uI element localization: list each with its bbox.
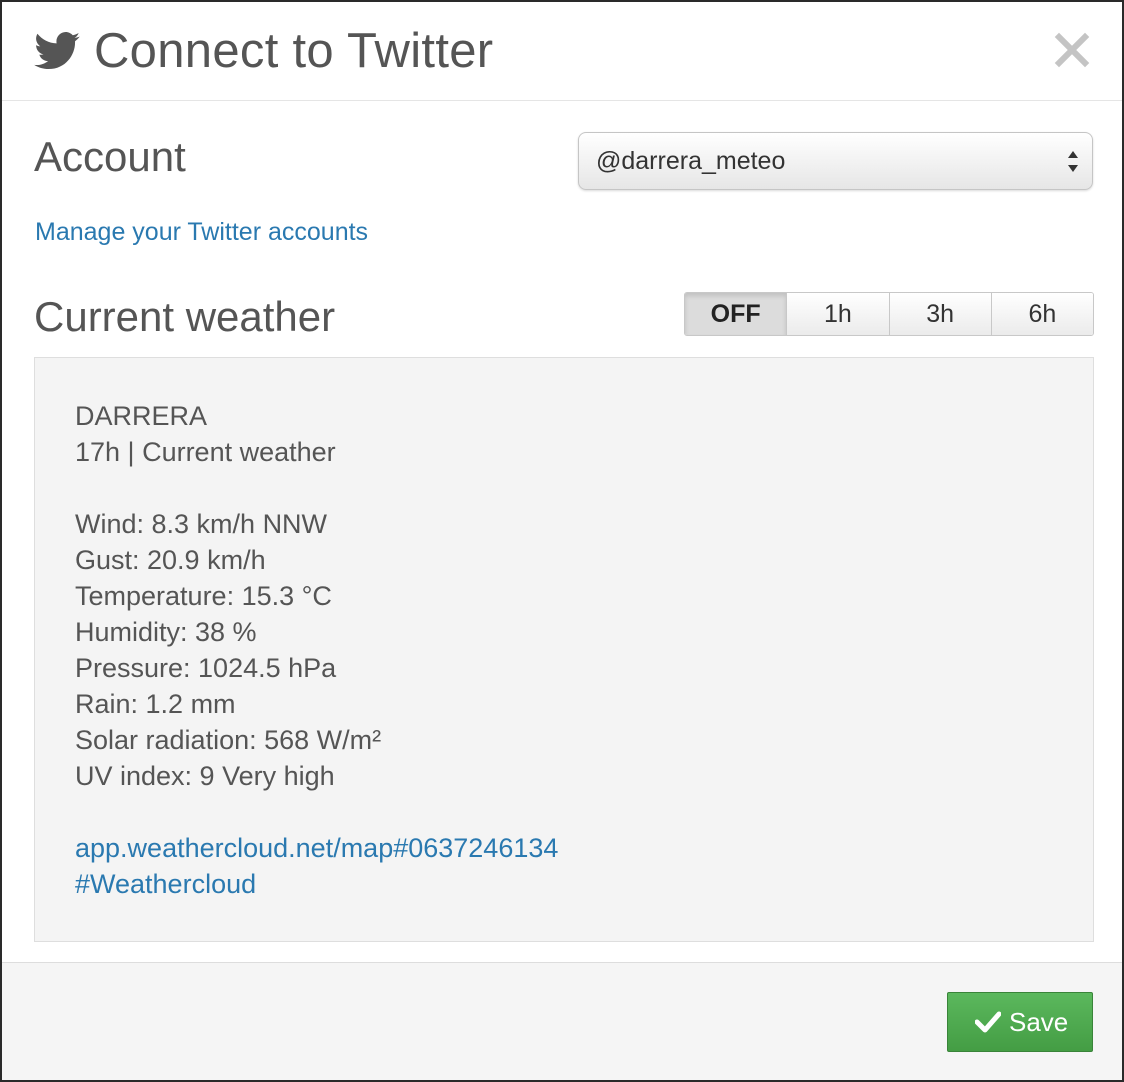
account-label: Account — [34, 133, 186, 180]
tweet-preview-text: DARRERA 17h | Current weather Wind: 8.3 … — [75, 398, 558, 902]
frequency-3h-button[interactable]: 3h — [888, 293, 991, 335]
preview-subtitle: 17h | Current weather — [75, 437, 336, 467]
save-button-label: Save — [1009, 1007, 1069, 1037]
preview-map-link[interactable]: app.weathercloud.net/map#0637246134 — [75, 830, 558, 866]
preview-rain: Rain: 1.2 mm — [75, 689, 236, 719]
close-icon[interactable] — [1052, 30, 1092, 70]
preview-humidity: Humidity: 38 % — [75, 617, 257, 647]
preview-gust: Gust: 20.9 km/h — [75, 545, 266, 575]
frequency-off-button[interactable]: OFF — [685, 293, 787, 335]
frequency-6h-button[interactable]: 6h — [990, 293, 1093, 335]
current-weather-label: Current weather — [34, 293, 336, 340]
dialog-title: Connect to Twitter — [94, 24, 494, 78]
manage-accounts-link[interactable]: Manage your Twitter accounts — [35, 216, 368, 248]
frequency-1h-button[interactable]: 1h — [786, 293, 889, 335]
preview-pressure: Pressure: 1024.5 hPa — [75, 653, 337, 683]
frequency-toggle-group: OFF 1h 3h 6h — [684, 292, 1094, 336]
tweet-preview: DARRERA 17h | Current weather Wind: 8.3 … — [34, 357, 1094, 942]
account-select-value: @darrera_meteo — [596, 147, 786, 175]
preview-hashtag[interactable]: #Weathercloud — [75, 866, 558, 902]
checkmark-icon — [975, 1011, 1001, 1033]
preview-uv-index: UV index: 9 Very high — [75, 761, 335, 791]
account-select[interactable]: @darrera_meteo — [578, 132, 1093, 190]
select-arrows-icon — [1068, 151, 1078, 172]
twitter-bird-icon — [34, 32, 80, 70]
save-button[interactable]: Save — [947, 992, 1093, 1052]
preview-temperature: Temperature: 15.3 °C — [75, 581, 332, 611]
preview-solar-radiation: Solar radiation: 568 W/m² — [75, 725, 382, 755]
connect-twitter-dialog: Connect to Twitter Account @darrera_mete… — [0, 0, 1124, 1082]
preview-wind: Wind: 8.3 km/h NNW — [75, 509, 328, 539]
dialog-header: Connect to Twitter — [2, 2, 1122, 101]
preview-station: DARRERA — [75, 401, 208, 431]
dialog-footer: Save — [2, 962, 1122, 1080]
